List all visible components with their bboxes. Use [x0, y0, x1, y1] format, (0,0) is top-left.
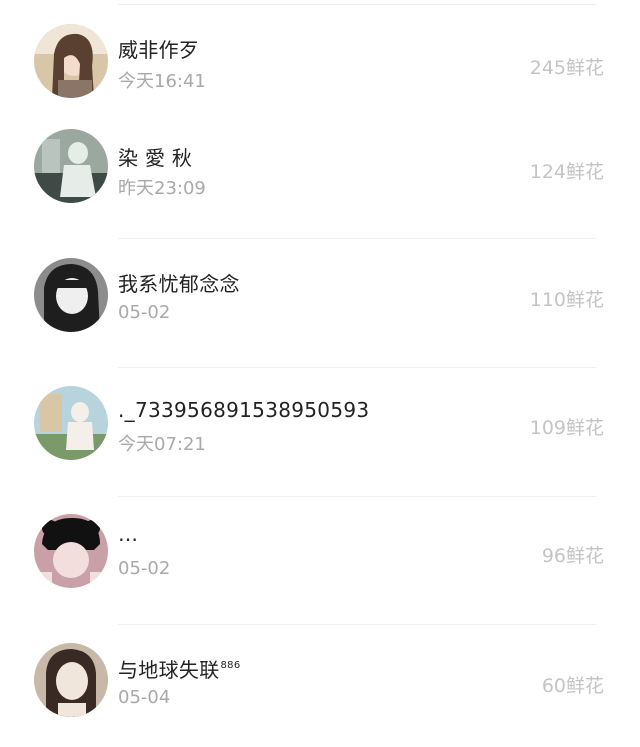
row-divider: [118, 238, 596, 239]
user-name[interactable]: 威非作歹: [118, 34, 199, 63]
avatar-image: [34, 514, 108, 588]
timestamp: 05-04: [118, 687, 171, 708]
list-item[interactable]: … 05-02 96鲜花: [0, 496, 640, 624]
avatar[interactable]: [34, 514, 108, 588]
flower-count: 109鲜花: [529, 417, 604, 439]
list-item[interactable]: 我系忧郁念念 05-02 110鲜花: [0, 240, 640, 368]
user-name[interactable]: 染 愛 秋: [118, 142, 192, 171]
avatar-image: [34, 129, 108, 203]
avatar-image: [34, 643, 108, 717]
timestamp: 05-02: [118, 302, 171, 323]
list-item[interactable]: 染 愛 秋 昨天23:09 124鲜花: [0, 120, 640, 240]
list-item[interactable]: 威非作歹 今天16:41 245鲜花: [0, 0, 640, 120]
user-name[interactable]: ._733956891538950593: [118, 398, 369, 422]
avatar-image: [34, 386, 108, 460]
timestamp: 今天07:21: [118, 434, 206, 455]
avatar[interactable]: [34, 643, 108, 717]
flower-count: 60鲜花: [541, 675, 604, 697]
user-name[interactable]: 与地球失联886: [118, 654, 241, 683]
avatar[interactable]: [34, 24, 108, 98]
name-badge: 886: [220, 660, 241, 671]
gift-ranking-list: 威非作歹 今天16:41 245鲜花 染 愛 秋 昨天23:09 124鲜花 我…: [0, 0, 640, 747]
user-name[interactable]: …: [118, 522, 138, 546]
avatar-image: [34, 24, 108, 98]
list-item[interactable]: ._733956891538950593 今天07:21 109鲜花: [0, 368, 640, 496]
avatar[interactable]: [34, 129, 108, 203]
flower-count: 96鲜花: [541, 545, 604, 567]
timestamp: 05-02: [118, 558, 171, 579]
flower-count: 245鲜花: [529, 57, 604, 79]
avatar[interactable]: [34, 386, 108, 460]
timestamp: 今天16:41: [118, 71, 206, 92]
user-name[interactable]: 我系忧郁念念: [118, 268, 240, 297]
list-item[interactable]: 与地球失联886 05-04 60鲜花: [0, 624, 640, 747]
avatar[interactable]: [34, 258, 108, 332]
timestamp: 昨天23:09: [118, 178, 206, 199]
flower-count: 110鲜花: [529, 289, 604, 311]
avatar-image: [34, 258, 108, 332]
flower-count: 124鲜花: [529, 161, 604, 183]
